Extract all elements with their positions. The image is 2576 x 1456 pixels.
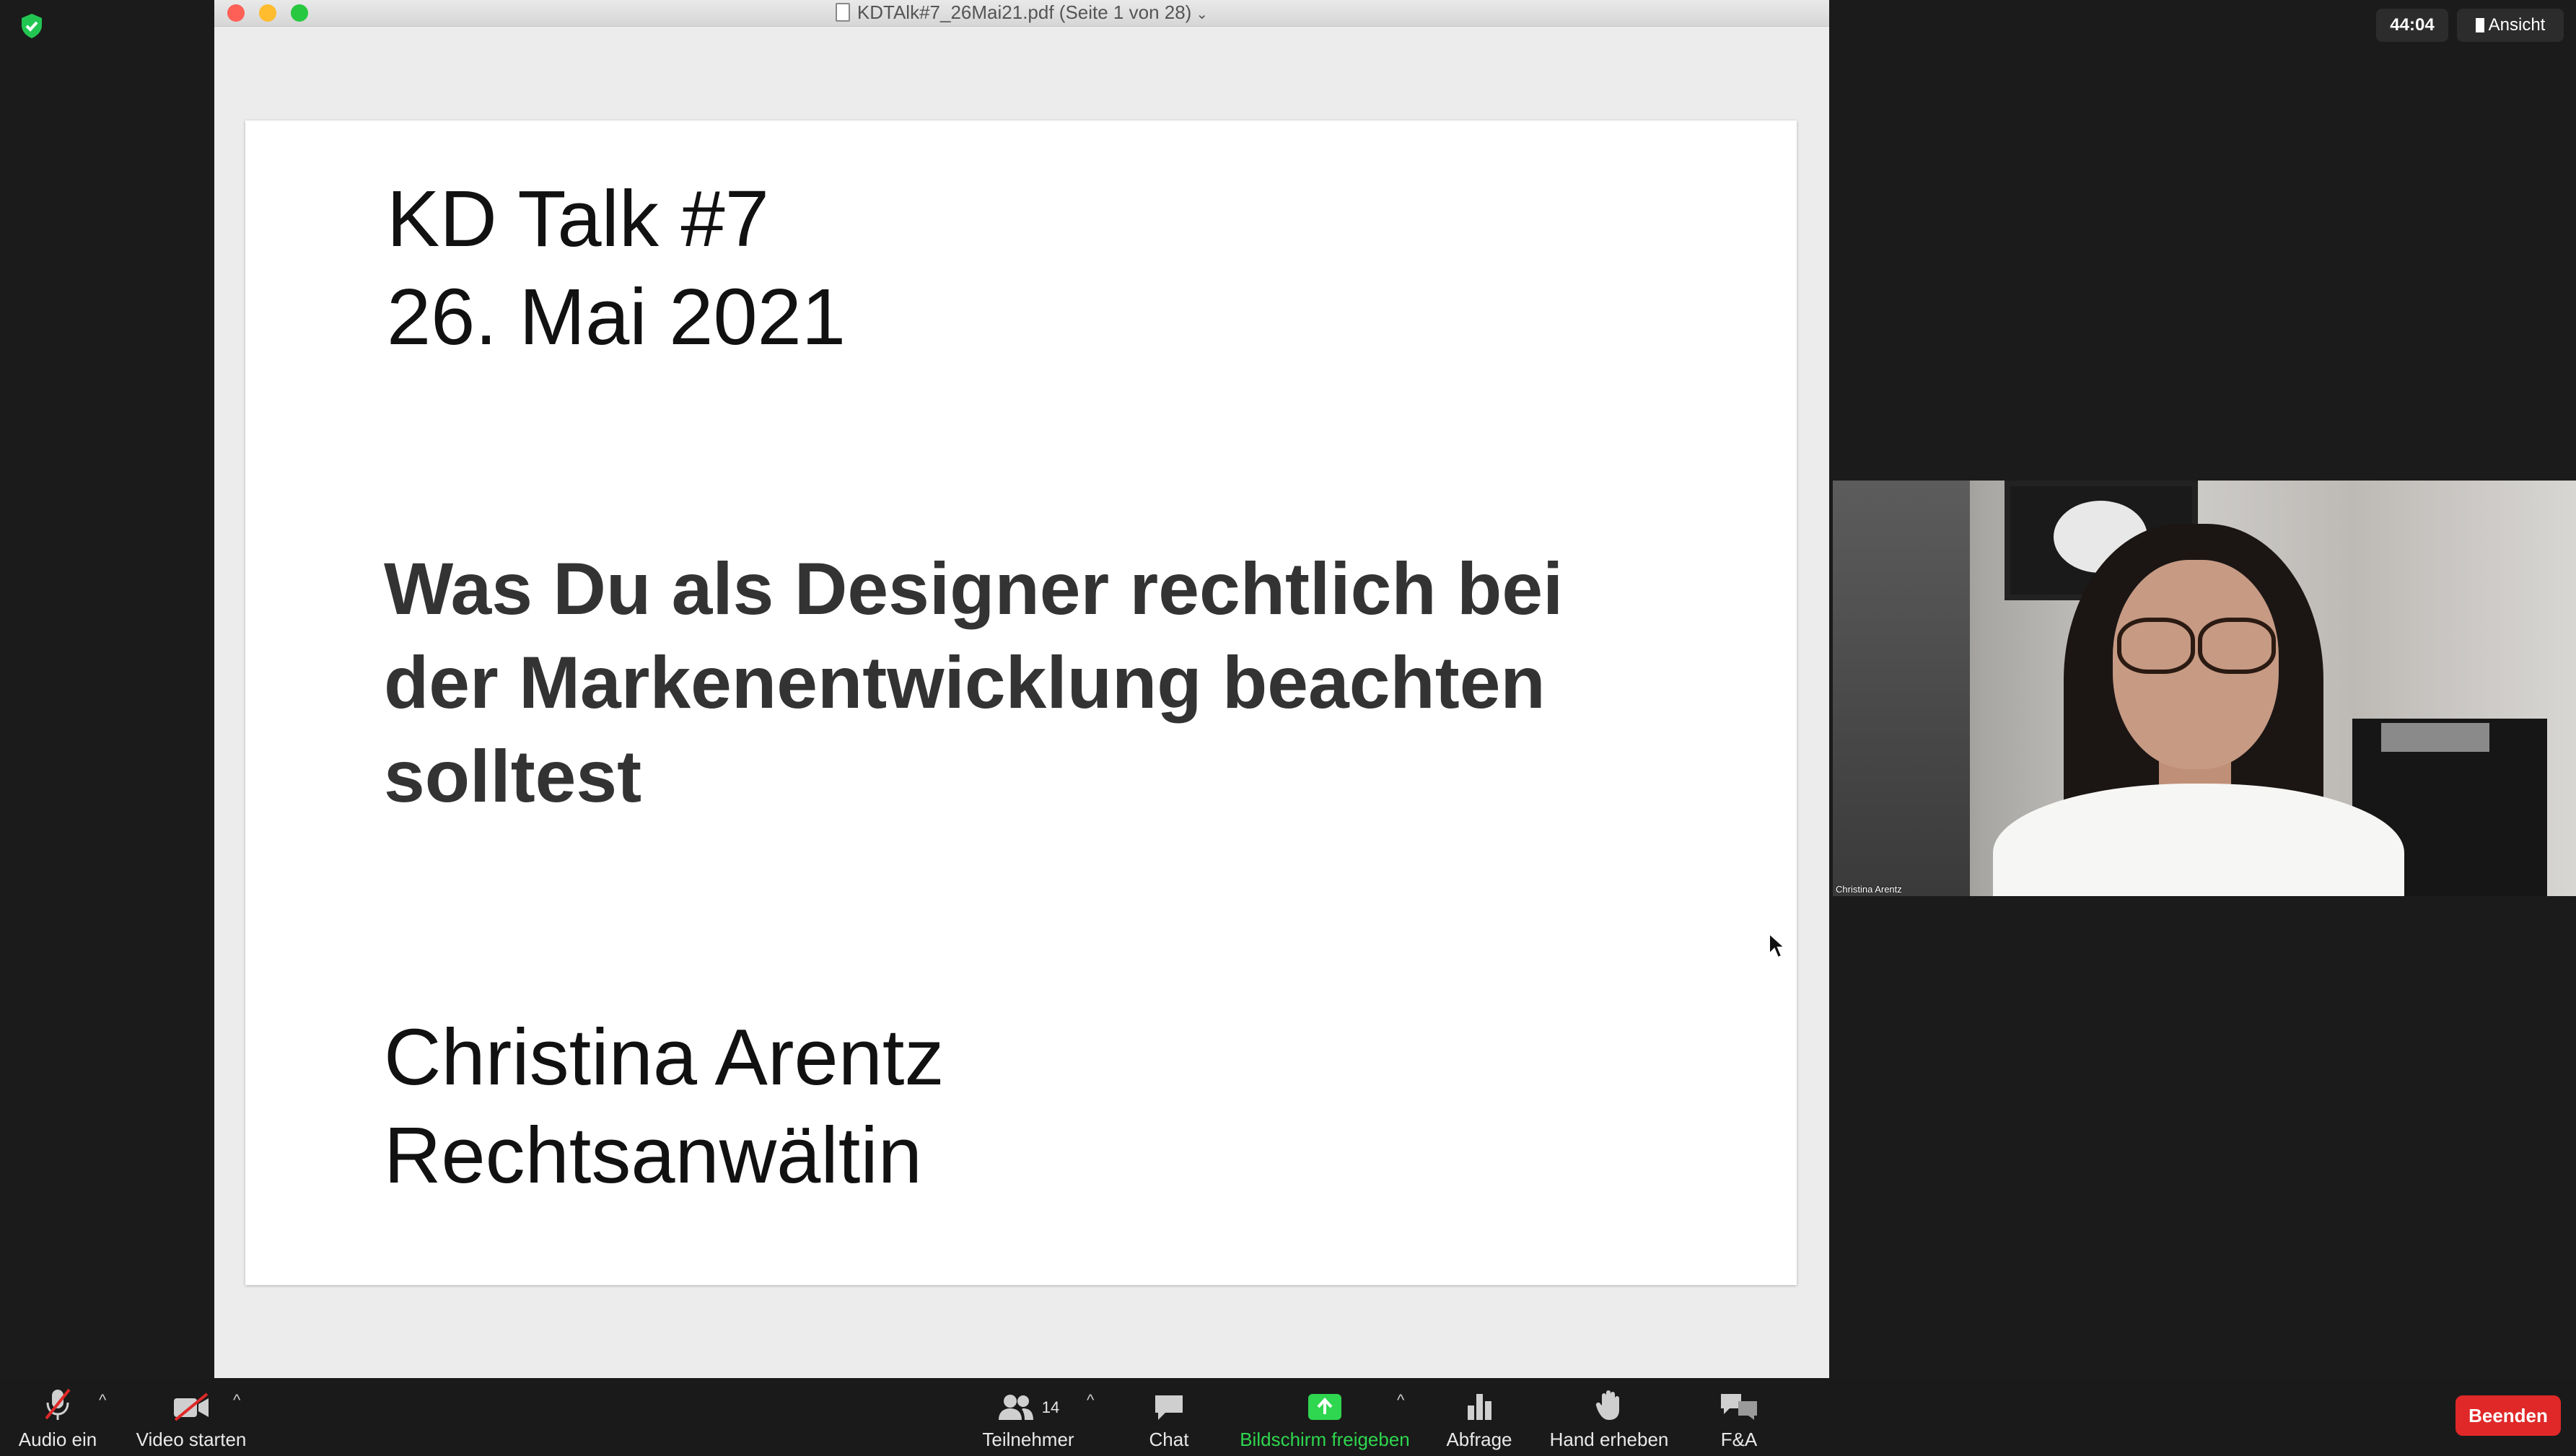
pdf-file-icon: [835, 3, 850, 22]
participants-button-label: Teilnehmer: [982, 1429, 1074, 1450]
qa-button[interactable]: F&A: [1703, 1387, 1775, 1451]
share-screen-button-label: Bildschirm freigeben: [1240, 1429, 1410, 1450]
view-layout-icon: [2475, 18, 2484, 32]
audio-button[interactable]: Audio ein: [14, 1387, 101, 1451]
people-icon: [998, 1395, 1033, 1420]
video-button-label: Video starten: [136, 1429, 247, 1450]
qa-bubbles-icon: [1721, 1394, 1757, 1420]
participant-shirt: [1993, 784, 2404, 896]
window-title[interactable]: KDTAlk#7_26Mai21.pdf (Seite 1 von 28) ⌄: [214, 0, 1829, 26]
meeting-timer: 44:04: [2376, 9, 2448, 42]
raise-hand-button-label: Hand erheben: [1549, 1429, 1669, 1450]
slide-speaker-name: Christina Arentz: [384, 1013, 945, 1102]
share-screen-icon: [1308, 1394, 1341, 1420]
participants-button[interactable]: 14 Teilnehmer: [974, 1387, 1082, 1451]
poll-button-label: Abfrage: [1446, 1429, 1512, 1450]
end-meeting-button[interactable]: Beenden: [2455, 1395, 2561, 1436]
slide-event-date: 26. Mai 2021: [387, 273, 846, 361]
camera-off-icon: [174, 1393, 209, 1421]
view-button[interactable]: Ansicht: [2457, 9, 2564, 42]
background-binders: [2381, 723, 2489, 752]
qa-button-label: F&A: [1720, 1429, 1758, 1450]
meeting-toolbar: Audio ein ^ Video starten ^ 14 Teilnehme…: [0, 1378, 2576, 1456]
background-shelf: [1833, 481, 1970, 896]
chevron-down-icon[interactable]: ⌄: [1196, 6, 1208, 22]
participant-glasses: [2114, 618, 2277, 674]
video-options-caret[interactable]: ^: [233, 1391, 240, 1410]
share-screen-button[interactable]: Bildschirm freigeben: [1238, 1387, 1411, 1451]
hand-icon: [1595, 1390, 1619, 1420]
pdf-page: KD Talk #7 26. Mai 2021 Was Du als Desig…: [245, 120, 1797, 1285]
bar-chart-icon: [1468, 1394, 1491, 1420]
slide-headline-line-3: solltest: [384, 735, 642, 817]
participants-options-caret[interactable]: ^: [1087, 1391, 1094, 1410]
audio-options-caret[interactable]: ^: [99, 1391, 106, 1410]
chat-button[interactable]: Chat: [1133, 1387, 1205, 1451]
slide-headline-line-2: der Markenentwicklung beachten: [384, 641, 1546, 724]
poll-button[interactable]: Abfrage: [1436, 1387, 1523, 1451]
mouse-pointer-icon: [1769, 932, 1785, 959]
audio-button-label: Audio ein: [18, 1429, 97, 1450]
participant-video[interactable]: Christina Arentz: [1833, 481, 2576, 896]
raise-hand-button[interactable]: Hand erheben: [1544, 1387, 1674, 1451]
share-options-caret[interactable]: ^: [1397, 1391, 1404, 1410]
chat-button-label: Chat: [1149, 1429, 1189, 1450]
slide-headline-line-1: Was Du als Designer rechtlich bei: [384, 548, 1564, 630]
view-button-label: Ansicht: [2488, 15, 2546, 35]
shared-screen: KDTAlk#7_26Mai21.pdf (Seite 1 von 28) ⌄ K…: [214, 0, 1829, 1378]
slide-speaker-role: Rechtsanwältin: [384, 1111, 922, 1200]
microphone-muted-icon: [45, 1388, 71, 1420]
chat-bubble-icon: [1155, 1395, 1183, 1420]
participant-name-label: Christina Arentz: [1836, 884, 1902, 895]
shield-check-icon[interactable]: [17, 12, 46, 40]
window-title-text: KDTAlk#7_26Mai21.pdf (Seite 1 von 28): [857, 1, 1192, 23]
slide-event-title: KD Talk #7: [387, 175, 769, 263]
participants-count: 14: [1041, 1398, 1060, 1416]
window-titlebar: KDTAlk#7_26Mai21.pdf (Seite 1 von 28) ⌄: [214, 0, 1829, 27]
